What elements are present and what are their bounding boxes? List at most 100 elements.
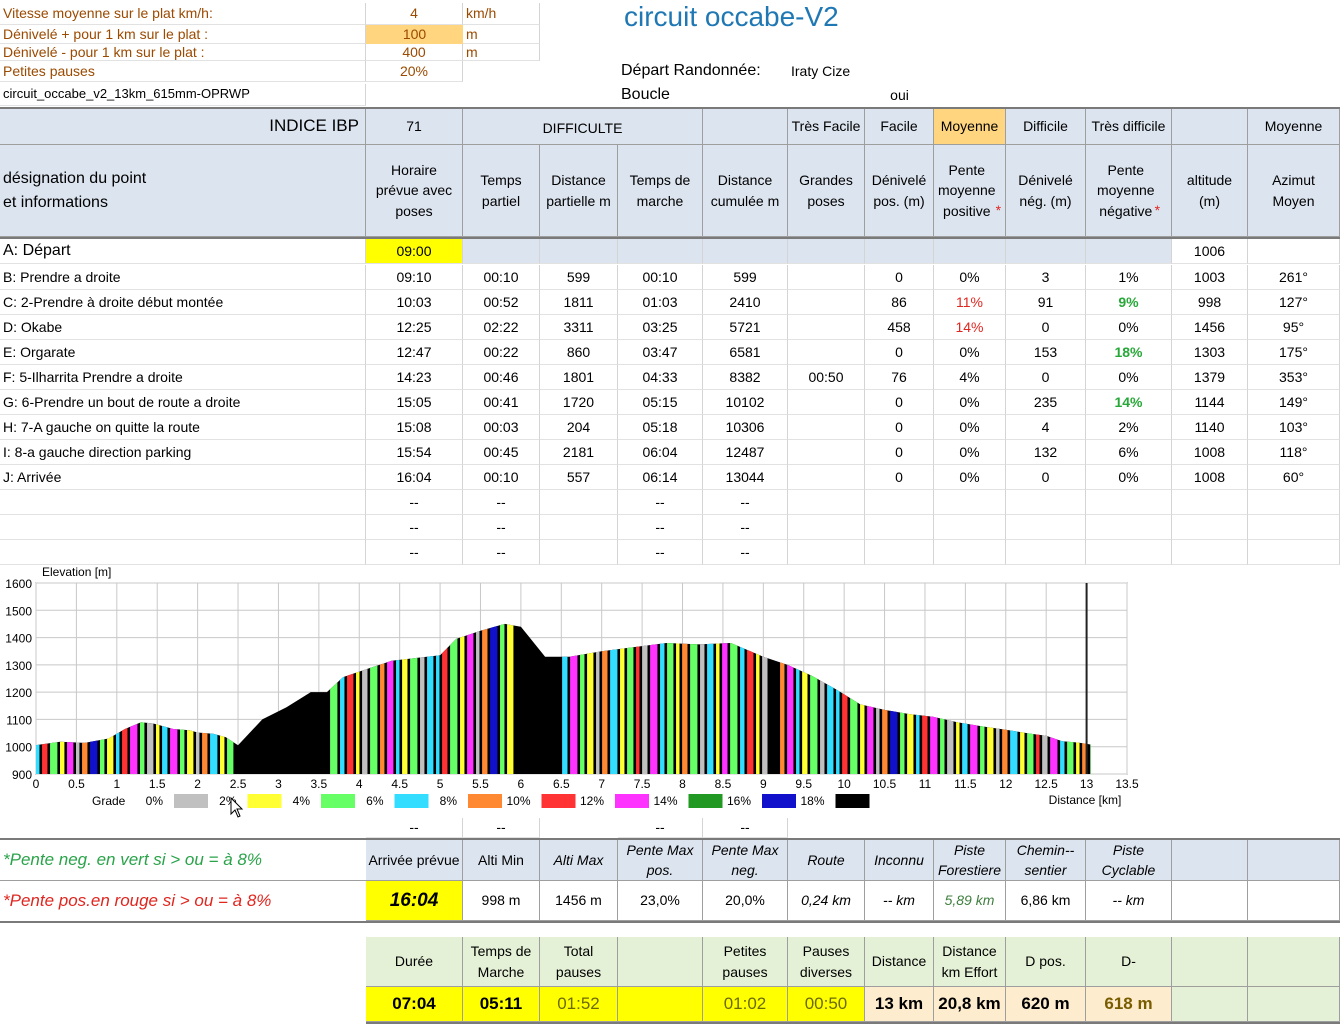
summary1-value[interactable]: 6,86 km bbox=[1006, 881, 1086, 921]
cell-dc[interactable] bbox=[703, 239, 788, 264]
cell-dp[interactable]: 204 bbox=[540, 415, 618, 440]
cell-alt[interactable]: 1379 bbox=[1172, 365, 1248, 390]
empty-cell[interactable] bbox=[865, 515, 934, 540]
cell-ppos[interactable]: 0% bbox=[934, 265, 1006, 290]
cell-alt[interactable]: 1140 bbox=[1172, 415, 1248, 440]
cell-dneg[interactable]: 235 bbox=[1006, 390, 1086, 415]
empty-cell[interactable] bbox=[865, 540, 934, 565]
waypoint-name[interactable]: D: Okabe bbox=[0, 315, 366, 340]
cell-dp[interactable]: 1720 bbox=[540, 390, 618, 415]
speed-unit[interactable]: km/h bbox=[463, 3, 540, 25]
empty-cell[interactable] bbox=[934, 515, 1006, 540]
summary1-header[interactable]: Pente Max pos. bbox=[618, 840, 703, 881]
cell-az[interactable]: 127° bbox=[1248, 290, 1340, 315]
summary1-header[interactable]: Pente Max neg. bbox=[703, 840, 788, 881]
cell-tm[interactable]: 00:10 bbox=[618, 265, 703, 290]
empty-cell[interactable] bbox=[0, 540, 366, 565]
empty-cell[interactable] bbox=[865, 490, 934, 515]
cell-pneg[interactable]: 2% bbox=[1086, 415, 1172, 440]
pauses-label[interactable]: Petites pauses bbox=[0, 61, 366, 82]
cell-dneg[interactable]: 0 bbox=[1006, 315, 1086, 340]
depart-value[interactable]: Iraty Cize bbox=[788, 60, 928, 82]
cell-dp[interactable]: 557 bbox=[540, 465, 618, 490]
cell-az[interactable] bbox=[1248, 239, 1340, 264]
cell-ppos[interactable]: 0% bbox=[934, 465, 1006, 490]
col-temps-marche[interactable]: Temps de marche bbox=[618, 145, 703, 237]
summary2-header[interactable]: D pos. bbox=[1006, 937, 1086, 987]
empty-cell[interactable] bbox=[1086, 490, 1172, 515]
empty-cell[interactable] bbox=[1086, 540, 1172, 565]
cell-gp[interactable] bbox=[788, 390, 865, 415]
cell-dneg[interactable] bbox=[1006, 239, 1086, 264]
summary1-value[interactable]: 5,89 km bbox=[934, 881, 1006, 921]
dash-cell[interactable]: -- bbox=[703, 540, 788, 565]
waypoint-name[interactable]: F: 5-Ilharrita Prendre a droite bbox=[0, 365, 366, 390]
cell-dc[interactable]: 12487 bbox=[703, 440, 788, 465]
cell-dneg[interactable]: 0 bbox=[1006, 465, 1086, 490]
col-designation[interactable]: désignation du point et informations bbox=[0, 145, 366, 237]
dash-cell[interactable]: -- bbox=[618, 490, 703, 515]
cell-tm[interactable]: 05:18 bbox=[618, 415, 703, 440]
summary2-value[interactable]: 00:50 bbox=[788, 987, 865, 1022]
col-altitude[interactable]: altitude (m) bbox=[1172, 145, 1248, 237]
cell-tp[interactable]: 00:46 bbox=[463, 365, 540, 390]
waypoint-name[interactable]: H: 7-A gauche on quitte la route bbox=[0, 415, 366, 440]
cell-dneg[interactable]: 3 bbox=[1006, 265, 1086, 290]
cell-ppos[interactable]: 0% bbox=[934, 390, 1006, 415]
level-tres-difficile[interactable]: Très difficile bbox=[1086, 109, 1172, 145]
empty-cell[interactable] bbox=[1248, 515, 1340, 540]
cell-alt[interactable]: 998 bbox=[1172, 290, 1248, 315]
cell-dp[interactable]: 860 bbox=[540, 340, 618, 365]
level-tres-facile[interactable]: Très Facile bbox=[788, 109, 865, 145]
ibp-moyenne[interactable]: Moyenne bbox=[1248, 109, 1340, 145]
cell-dp[interactable]: 1801 bbox=[540, 365, 618, 390]
cell-dc[interactable]: 10102 bbox=[703, 390, 788, 415]
cell-az[interactable]: 95° bbox=[1248, 315, 1340, 340]
cell-gp[interactable] bbox=[788, 440, 865, 465]
empty-cell[interactable] bbox=[1248, 540, 1340, 565]
summary1-header[interactable]: Piste Forestiere bbox=[934, 840, 1006, 881]
summary2-header[interactable]: Pauses diverses bbox=[788, 937, 865, 987]
cell-pneg[interactable]: 6% bbox=[1086, 440, 1172, 465]
cell-az[interactable]: 175° bbox=[1248, 340, 1340, 365]
cell-gp[interactable]: 00:50 bbox=[788, 365, 865, 390]
cell-ppos[interactable]: 4% bbox=[934, 365, 1006, 390]
cell-dpos[interactable]: 0 bbox=[865, 340, 934, 365]
cell-dpos[interactable]: 86 bbox=[865, 290, 934, 315]
cell-horaire[interactable]: 10:03 bbox=[366, 290, 463, 315]
dplus-unit[interactable]: m bbox=[463, 25, 540, 44]
cell-dp[interactable] bbox=[540, 239, 618, 264]
summary2-value[interactable]: 05:11 bbox=[463, 987, 540, 1022]
empty-cell[interactable] bbox=[1086, 515, 1172, 540]
summary1-value[interactable]: 1456 m bbox=[540, 881, 618, 921]
waypoint-name[interactable]: C: 2-Prendre à droite début montée bbox=[0, 290, 366, 315]
cell-ppos[interactable]: 0% bbox=[934, 440, 1006, 465]
summary1-header[interactable]: Piste Cyclable bbox=[1086, 840, 1172, 881]
cell-tp[interactable]: 00:10 bbox=[463, 265, 540, 290]
summary1-header[interactable]: Route bbox=[788, 840, 865, 881]
cell-horaire[interactable]: 15:54 bbox=[366, 440, 463, 465]
summary2-header[interactable] bbox=[618, 937, 703, 987]
boucle-value[interactable]: oui bbox=[865, 84, 934, 106]
cell-tm[interactable]: 04:33 bbox=[618, 365, 703, 390]
cell-pneg[interactable]: 9% bbox=[1086, 290, 1172, 315]
col-grandes-poses[interactable]: Grandes poses bbox=[788, 145, 865, 237]
summary2-value[interactable]: 13 km bbox=[865, 987, 934, 1022]
cell-tm[interactable] bbox=[618, 239, 703, 264]
cell-dpos[interactable]: 0 bbox=[865, 390, 934, 415]
note-neg[interactable]: *Pente neg. en vert si > ou = à 8% bbox=[0, 840, 366, 881]
empty-cell[interactable] bbox=[0, 515, 366, 540]
empty-cell[interactable] bbox=[934, 490, 1006, 515]
dash-cell[interactable]: -- bbox=[703, 490, 788, 515]
cell-horaire[interactable]: 09:10 bbox=[366, 265, 463, 290]
difficulte-label[interactable]: DIFFICULTE bbox=[463, 109, 703, 145]
speed-value[interactable]: 4 bbox=[366, 3, 463, 25]
cell-az[interactable]: 149° bbox=[1248, 390, 1340, 415]
cell-pneg[interactable]: 18% bbox=[1086, 340, 1172, 365]
summary1-value[interactable]: 998 m bbox=[463, 881, 540, 921]
cell-horaire[interactable]: 14:23 bbox=[366, 365, 463, 390]
level-difficile[interactable]: Difficile bbox=[1006, 109, 1086, 145]
cell-dpos[interactable]: 0 bbox=[865, 440, 934, 465]
summary2-header[interactable]: Total pauses bbox=[540, 937, 618, 987]
cell-horaire[interactable]: 15:05 bbox=[366, 390, 463, 415]
